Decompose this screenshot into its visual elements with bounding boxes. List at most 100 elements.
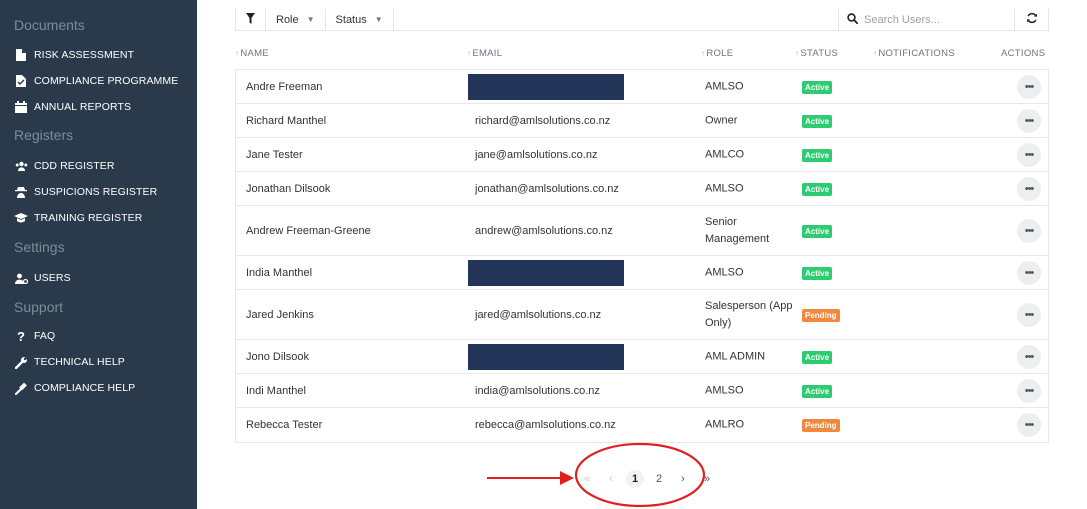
redacted-email (468, 73, 624, 100)
column-header-actions: ACTIONS (1001, 48, 1046, 59)
status-badge: Active (802, 182, 833, 196)
last-page-button[interactable]: » (698, 470, 716, 488)
table-row[interactable]: Jono Dilsook AML ADMIN Active ••• (236, 340, 1048, 374)
sidebar-item-label: SUSPICIONS REGISTER (34, 186, 158, 198)
status-badge: Active (802, 266, 833, 280)
table-row[interactable]: Jared Jenkins jared@amlsolutions.co.nz Sal… (236, 290, 1048, 340)
status-badge: Active (802, 114, 833, 128)
sidebar-item-label: TRAINING REGISTER (34, 212, 143, 224)
page-2-button[interactable]: 2 (650, 470, 668, 488)
wrench-icon (14, 355, 28, 369)
next-page-button[interactable]: › (674, 470, 692, 488)
sidebar-item-label: ANNUAL REPORTS (34, 101, 132, 113)
status-cell: Active (802, 148, 833, 162)
more-actions-button[interactable]: ••• (1017, 74, 1041, 99)
sidebar-item-technical-help[interactable]: TECHNICAL HELP (14, 353, 125, 371)
refresh-icon (1026, 11, 1038, 29)
status-badge: Pending (802, 308, 840, 322)
calendar-icon (14, 100, 28, 114)
user-role: AMLCO (705, 148, 745, 160)
sidebar-item-compliance-help[interactable]: COMPLIANCE HELP (14, 379, 135, 397)
more-icon: ••• (1024, 114, 1035, 127)
main-content: Role ▼ Status ▼ ↑NAME ↑EMAIL ↑ROLE ↑STAT… (197, 0, 1087, 509)
previous-page-button[interactable]: ‹ (602, 470, 620, 488)
section-registers: Registers (14, 127, 74, 143)
status-cell: Active (802, 224, 833, 238)
table-row[interactable]: Jonathan Dilsook jonathan@amlsolutions.co… (236, 172, 1048, 206)
sidebar-item-compliance-programme[interactable]: COMPLIANCE PROGRAMME (14, 72, 178, 90)
sidebar-item-label: RISK ASSESSMENT (34, 49, 135, 61)
sidebar-item-risk-assessment[interactable]: RISK ASSESSMENT (14, 46, 134, 64)
table-row[interactable]: Andre Freeman AMLSO Active ••• (236, 70, 1048, 104)
filter-icon (246, 12, 255, 27)
user-role: Senior Management (705, 215, 770, 245)
users-group-icon (14, 159, 28, 173)
status-badge: Active (802, 384, 833, 398)
sidebar-item-faq[interactable]: ? FAQ (14, 327, 55, 345)
more-icon: ••• (1024, 419, 1035, 431)
page-1-button[interactable]: 1 (626, 470, 644, 488)
user-role: AMLSO (705, 266, 744, 278)
table-row[interactable]: India Manthel AMLSO Active ••• (236, 256, 1048, 290)
more-actions-button[interactable]: ••• (1017, 142, 1041, 167)
more-actions-button[interactable]: ••• (1017, 413, 1041, 437)
more-icon: ••• (1024, 266, 1035, 279)
status-cell: Active (802, 114, 833, 128)
sidebar-item-label: FAQ (34, 330, 56, 342)
section-documents: Documents (14, 17, 85, 33)
user-role: AMLSO (705, 384, 744, 396)
status-cell: Active (802, 182, 833, 196)
sidebar-item-label: COMPLIANCE PROGRAMME (34, 75, 179, 87)
column-header-notifications[interactable]: ↑NOTIFICATIONS (873, 48, 955, 59)
column-header-role[interactable]: ↑ROLE (701, 48, 733, 59)
more-icon: ••• (1024, 80, 1035, 93)
user-role: Owner (705, 114, 738, 126)
sidebar-item-training-register[interactable]: TRAINING REGISTER (14, 209, 142, 227)
role-filter-dropdown[interactable]: Role ▼ (266, 8, 326, 31)
sidebar-item-annual-reports[interactable]: ANNUAL REPORTS (14, 98, 131, 116)
status-cell: Pending (802, 308, 840, 322)
sidebar-item-label: COMPLIANCE HELP (34, 382, 136, 394)
status-filter-label: Status (335, 13, 367, 26)
column-header-name[interactable]: ↑NAME (235, 48, 269, 59)
user-name: Rebecca Tester (246, 419, 323, 431)
table-row[interactable]: Richard Manthel richard@amlsolutions.co.n… (236, 104, 1048, 138)
chevron-down-icon: ▼ (374, 15, 383, 24)
section-settings: Settings (14, 239, 65, 255)
question-icon: ? (16, 328, 26, 344)
user-role: AMLSO (705, 182, 744, 194)
column-header-email[interactable]: ↑EMAIL (467, 48, 502, 59)
sidebar-item-users[interactable]: USERS (14, 269, 71, 287)
role-filter-label: Role (276, 13, 299, 26)
more-actions-button[interactable]: ••• (1017, 260, 1041, 285)
status-badge: Pending (802, 419, 840, 432)
more-actions-button[interactable]: ••• (1017, 378, 1041, 403)
first-page-button[interactable]: « (578, 470, 596, 488)
more-icon: ••• (1024, 182, 1035, 195)
more-icon: ••• (1024, 148, 1035, 161)
user-email: jared@amlsolutions.co.nz (475, 308, 602, 321)
status-cell: Pending (802, 419, 840, 432)
table-row[interactable]: Andrew Freeman-Greene andrew@amlsolutions… (236, 206, 1048, 256)
more-actions-button[interactable]: ••• (1017, 344, 1041, 369)
table-row[interactable]: Jane Tester jane@amlsolutions.co.nz AMLCO A… (236, 138, 1048, 172)
document-check-icon (14, 74, 28, 88)
sidebar-item-cdd-register[interactable]: CDD REGISTER (14, 157, 115, 175)
refresh-button[interactable] (1014, 8, 1048, 31)
more-actions-button[interactable]: ••• (1017, 218, 1041, 243)
more-actions-button[interactable]: ••• (1017, 176, 1041, 201)
user-email: richard@amlsolutions.co.nz (475, 114, 611, 127)
pagination: « ‹ 1 2 › » (578, 468, 716, 490)
sidebar-item-label: CDD REGISTER (34, 160, 115, 172)
search-input[interactable] (864, 13, 1004, 26)
more-actions-button[interactable]: ••• (1017, 302, 1041, 327)
user-name: Jane Tester (246, 148, 303, 161)
status-filter-dropdown[interactable]: Status ▼ (326, 8, 394, 31)
column-header-status[interactable]: ↑STATUS (795, 48, 838, 59)
user-name: Richard Manthel (246, 114, 327, 127)
sidebar-item-suspicions-register[interactable]: SUSPICIONS REGISTER (14, 183, 157, 201)
filter-button[interactable] (236, 8, 266, 31)
table-row[interactable]: Indi Manthel india@amlsolutions.co.nz AMLS… (236, 374, 1048, 408)
more-actions-button[interactable]: ••• (1017, 108, 1041, 133)
table-row[interactable]: Rebecca Tester rebecca@amlsolutions.co.nz… (236, 408, 1048, 442)
